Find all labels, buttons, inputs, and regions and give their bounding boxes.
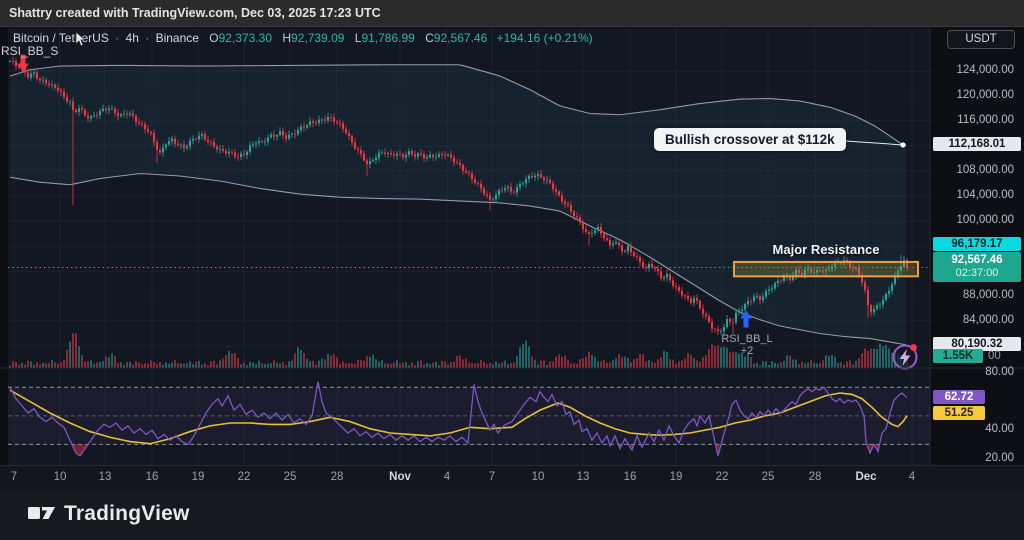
- tradingview-logo[interactable]: TradingView: [28, 502, 190, 526]
- high-value: 92,739.09: [291, 31, 344, 45]
- time-axis-label: 16: [146, 471, 159, 483]
- legend-separator: ·: [145, 31, 149, 45]
- symbol-legend: Bitcoin / TetherUS · 4h · Binance O92,37…: [13, 31, 593, 45]
- rsi-axis-label: 20.00: [985, 452, 1014, 464]
- open-value: 92,373.30: [219, 31, 272, 45]
- price-badge-teal: 92,567.4602:37:00: [933, 252, 1021, 282]
- price-axis-label: 88,000.00: [963, 289, 1014, 301]
- close-label: C: [425, 31, 434, 45]
- time-axis-label: 28: [809, 471, 822, 483]
- interval-label[interactable]: 4h: [126, 31, 139, 45]
- time-axis-label: 19: [670, 471, 683, 483]
- time-axis-label: 19: [192, 471, 205, 483]
- price-axis-label: 108,000.00: [956, 164, 1014, 176]
- time-axis-label: 4: [444, 471, 450, 483]
- price-axis-label: 100,000.00: [956, 214, 1014, 226]
- time-axis[interactable]: 7 10 13 16 19 22 25 28 Nov 4 7 10 13 16 19 22 25 28 Dec 4: [0, 465, 1024, 491]
- exchange-label[interactable]: Binance: [156, 31, 199, 45]
- change-value: +194.16 (+0.21%): [497, 31, 593, 45]
- long-signal-label: RSI_BB_L +2: [714, 333, 780, 357]
- rsi-badge-purple: 62.72: [933, 390, 985, 404]
- rsi-axis-label: 40.00: [985, 423, 1014, 435]
- symbol-title[interactable]: Bitcoin / TetherUS: [13, 31, 109, 45]
- price-axis-label: 116,000.00: [957, 114, 1014, 126]
- time-axis-label: 22: [238, 471, 251, 483]
- mouse-cursor: [75, 31, 87, 47]
- time-axis-label: Nov: [389, 471, 411, 483]
- indicator-label-rsi-bb-s[interactable]: RSI_BB_S: [1, 44, 58, 58]
- time-axis-label: 10: [54, 471, 67, 483]
- time-axis-label: 7: [489, 471, 495, 483]
- time-axis-label: 7: [11, 471, 17, 483]
- price-axis-label: 124,000.00: [956, 64, 1014, 76]
- rsi-axis-label: 80.00: [985, 366, 1014, 378]
- time-axis-label: 16: [624, 471, 637, 483]
- time-axis-label: 10: [532, 471, 545, 483]
- price-axis-label: 120,000.00: [956, 89, 1014, 101]
- legend-separator: ·: [115, 31, 119, 45]
- tradingview-logo-icon: [28, 503, 55, 526]
- footer-bar: TradingView: [0, 490, 1024, 540]
- price-badge-cyan: 96,179.17: [933, 237, 1021, 251]
- time-axis-label: 13: [577, 471, 590, 483]
- tradingview-logo-text: TradingView: [64, 502, 190, 526]
- time-axis-label: 25: [762, 471, 775, 483]
- time-axis-label: 25: [284, 471, 297, 483]
- countdown-timer: 02:37:00: [933, 267, 1021, 280]
- price-axis-label: 104,000.00: [956, 189, 1014, 201]
- low-value: 91,786.99: [361, 31, 414, 45]
- flash-icon[interactable]: [894, 344, 917, 368]
- time-axis-label: 4: [909, 471, 915, 483]
- price-badge-white: 112,168.01: [933, 137, 1021, 151]
- clipped-axis-label: 00: [988, 350, 1001, 362]
- long-signal-name: RSI_BB_L: [714, 333, 780, 345]
- volume-badge: 1.55K: [933, 349, 983, 363]
- time-axis-label: Dec: [855, 471, 876, 483]
- chart-canvas[interactable]: [0, 0, 1024, 540]
- tradingview-chart-page: Shattry created with TradingView.com, De…: [0, 0, 1024, 540]
- bullish-crossover-callout[interactable]: Bullish crossover at $112k: [654, 128, 846, 151]
- time-axis-label: 22: [716, 471, 729, 483]
- major-resistance-label[interactable]: Major Resistance: [734, 242, 918, 257]
- time-axis-label: 13: [99, 471, 112, 483]
- price-axis[interactable]: 124,000.00 120,000.00 116,000.00 108,000.00…: [930, 28, 1024, 465]
- open-label: O: [209, 31, 218, 45]
- long-signal-count: +2: [714, 345, 780, 357]
- time-axis-label: 28: [331, 471, 344, 483]
- close-value: 92,567.46: [434, 31, 487, 45]
- high-label: H: [282, 31, 291, 45]
- price-axis-label: 84,000.00: [963, 314, 1014, 326]
- rsi-badge-yellow: 51.25: [933, 406, 985, 420]
